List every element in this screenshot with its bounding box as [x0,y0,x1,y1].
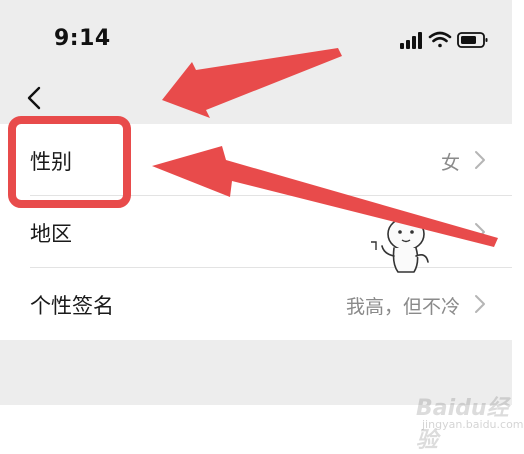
nav-bar [0,72,512,124]
chevron-right-icon [475,295,485,313]
status-icons [400,30,490,50]
list-item-label: 个性签名 [30,294,114,318]
list-item-value: 我高，但不冷 [345,296,460,318]
wifi-icon [428,31,452,48]
chevron-right-icon [475,151,485,169]
chevron-left-icon[interactable] [24,84,44,112]
signal-icon [400,32,422,49]
watermark-url: jingyan.baidu.com [422,418,524,431]
battery-icon [457,32,488,48]
status-bar: 9:14 [0,0,512,72]
chevron-right-icon [475,223,485,241]
baidu-watermark: Baidu经验 jingyan.baidu.com [404,386,524,453]
status-time: 9:14 [54,26,111,51]
settings-screen: 9:14 性别 女 地区 个性签名 我高，但不冷 [0,0,512,405]
list-item-label: 地区 [30,222,72,246]
cartoon-sticker [371,217,429,273]
list-item-label: 性别 [30,150,72,174]
list-item-value: 女 [440,152,460,174]
list-item-gender[interactable]: 性别 女 [0,124,512,196]
